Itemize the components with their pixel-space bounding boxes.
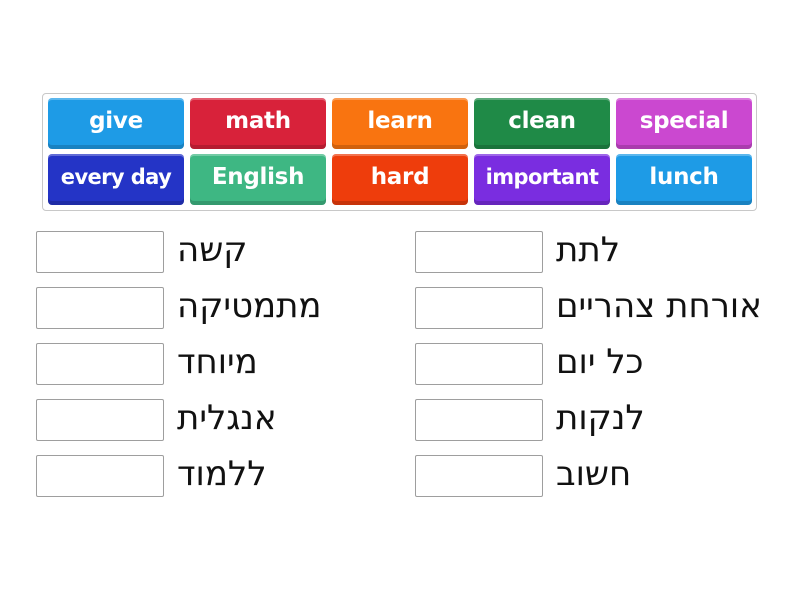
- hebrew-prompt: אורחת צהריים: [556, 286, 762, 326]
- word-tile[interactable]: special: [616, 98, 752, 149]
- drop-target-box[interactable]: [36, 343, 164, 385]
- hebrew-prompt: לתת: [556, 230, 621, 270]
- hebrew-prompt: לנקות: [556, 398, 645, 438]
- word-tile[interactable]: important: [474, 154, 610, 205]
- word-tile[interactable]: give: [48, 98, 184, 149]
- drop-target-box[interactable]: [36, 231, 164, 273]
- drop-target-box[interactable]: [36, 455, 164, 497]
- drop-target-box[interactable]: [415, 399, 543, 441]
- hebrew-prompt: מתמטיקה: [177, 286, 322, 326]
- word-tile[interactable]: lunch: [616, 154, 752, 205]
- hebrew-prompt: אנגלית: [177, 398, 277, 438]
- hebrew-prompt: חשוב: [556, 454, 632, 494]
- word-tile[interactable]: learn: [332, 98, 468, 149]
- drop-target-box[interactable]: [36, 287, 164, 329]
- word-tile[interactable]: math: [190, 98, 326, 149]
- word-tile[interactable]: English: [190, 154, 326, 205]
- hebrew-prompt: קשה: [177, 230, 248, 270]
- word-tile[interactable]: every day: [48, 154, 184, 205]
- drop-target-box[interactable]: [415, 455, 543, 497]
- word-tile[interactable]: hard: [332, 154, 468, 205]
- drop-target-box[interactable]: [415, 343, 543, 385]
- hebrew-prompt: ללמוד: [177, 454, 267, 494]
- hebrew-prompt: כל יום: [556, 342, 644, 382]
- word-tile[interactable]: clean: [474, 98, 610, 149]
- drop-target-box[interactable]: [36, 399, 164, 441]
- drop-target-box[interactable]: [415, 287, 543, 329]
- drop-target-box[interactable]: [415, 231, 543, 273]
- hebrew-prompt: מיוחד: [177, 342, 258, 382]
- word-tile-tray: give math learn clean special every day …: [42, 93, 757, 211]
